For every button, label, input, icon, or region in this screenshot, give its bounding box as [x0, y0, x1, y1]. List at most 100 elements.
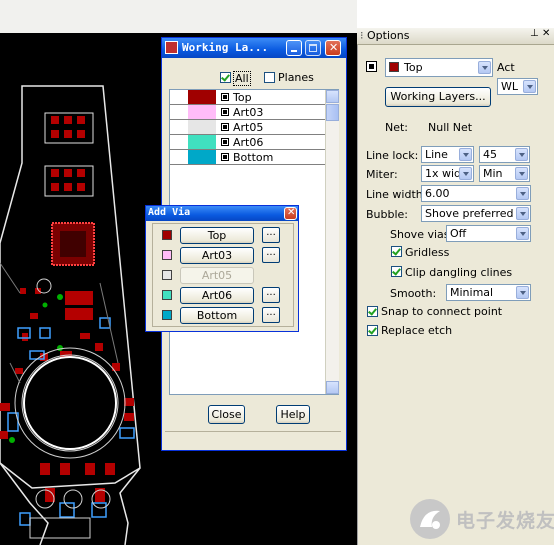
working-layers-button[interactable]: Working Layers...: [385, 87, 491, 107]
layer-row[interactable]: Top: [170, 90, 326, 105]
chevron-down-icon[interactable]: [516, 286, 529, 299]
chevron-down-icon[interactable]: [516, 227, 529, 240]
active-layer-select[interactable]: Top: [385, 58, 493, 77]
chevron-down-icon[interactable]: [516, 207, 529, 220]
active-layer-value: Top: [404, 61, 423, 74]
via-layer-button[interactable]: Art03: [180, 247, 254, 264]
watermark-text: 电子发烧友: [456, 510, 554, 532]
all-checkbox[interactable]: [220, 72, 231, 83]
scroll-thumb[interactable]: [326, 104, 339, 121]
chevron-down-icon[interactable]: [515, 148, 528, 161]
smooth-select[interactable]: Minimal: [446, 284, 531, 301]
replace-etch-label: Replace etch: [381, 324, 453, 337]
add-via-titlebar[interactable]: Add Via ✕: [146, 206, 298, 221]
chevron-down-icon[interactable]: [459, 167, 472, 180]
net-value: Null Net: [428, 121, 473, 134]
layer-row[interactable]: Bottom: [170, 150, 326, 165]
working-layers-titlebar[interactable]: Working La... ✕: [162, 38, 346, 58]
layer-color-swatch[interactable]: [188, 120, 216, 134]
layer-row[interactable]: Art03: [170, 105, 326, 120]
layer-row[interactable]: Art06: [170, 135, 326, 150]
layer-name: Art05: [233, 121, 264, 134]
bubble-value: Shove preferred: [425, 207, 514, 220]
pin-icon[interactable]: ⁝: [360, 29, 364, 42]
chevron-down-icon[interactable]: [523, 80, 536, 93]
net-label: Net:: [385, 121, 409, 134]
line-lock-mode-value: Line: [425, 148, 448, 161]
snap-label: Snap to connect point: [381, 305, 503, 318]
layer-name: Bottom: [233, 151, 274, 164]
line-width-select[interactable]: 6.00: [421, 185, 531, 202]
layer-color-swatch[interactable]: [188, 105, 216, 119]
line-lock-angle-select[interactable]: 45: [479, 146, 530, 163]
via-layer-button[interactable]: Art06: [180, 287, 254, 304]
chevron-down-icon[interactable]: [478, 61, 491, 74]
layer-visible-checkbox[interactable]: [221, 93, 229, 101]
layer-list-scrollbar[interactable]: [325, 90, 339, 394]
via-layer-button[interactable]: Bottom: [180, 307, 254, 324]
miter-label: Miter:: [366, 168, 398, 181]
line-lock-mode-select[interactable]: Line: [421, 146, 474, 163]
pin-button-icon[interactable]: ⊥: [530, 28, 539, 39]
close-button[interactable]: Close: [208, 405, 245, 424]
scroll-down-icon[interactable]: [326, 381, 339, 394]
minimize-icon[interactable]: [286, 40, 302, 56]
miter-mode-select[interactable]: Min: [479, 165, 530, 182]
line-width-value: 6.00: [425, 187, 450, 200]
via-more-button[interactable]: ...: [262, 287, 280, 303]
chevron-down-icon[interactable]: [459, 148, 472, 161]
close-icon[interactable]: ✕: [284, 207, 297, 220]
bubble-select[interactable]: Shove preferred: [421, 205, 531, 222]
close-icon[interactable]: ✕: [325, 40, 341, 56]
status-bar: [165, 431, 341, 448]
layer-visible-checkbox[interactable]: [221, 138, 229, 146]
miter-mode-value: Min: [483, 167, 503, 180]
layer-visible-checkbox[interactable]: [221, 108, 229, 116]
active-label: Act: [497, 61, 515, 74]
working-layers-title: Working La...: [182, 41, 269, 54]
via-more-button[interactable]: ...: [262, 307, 280, 323]
chevron-down-icon[interactable]: [516, 187, 529, 200]
via-layer-button[interactable]: Top: [180, 227, 254, 244]
layer-visible-checkbox[interactable]: [221, 153, 229, 161]
active-subclass-value: WL: [501, 80, 519, 93]
gridless-checkbox[interactable]: [391, 246, 402, 257]
maximize-icon[interactable]: [305, 40, 321, 56]
options-title: Options: [367, 29, 410, 42]
chevron-down-icon[interactable]: [515, 167, 528, 180]
active-subclass-select[interactable]: WL: [497, 78, 538, 95]
layer-color-icon: [366, 61, 377, 72]
via-more-button[interactable]: ...: [262, 227, 280, 243]
clip-dangling-label: Clip dangling clines: [405, 266, 513, 279]
layer-color-swatch[interactable]: [188, 135, 216, 149]
clip-dangling-checkbox[interactable]: [391, 266, 402, 277]
watermark: 电子发烧友: [410, 493, 554, 545]
layer-color-swatch[interactable]: [188, 150, 216, 164]
all-label: All: [233, 71, 251, 86]
via-color-swatch: [162, 230, 172, 240]
app-icon: [165, 41, 178, 54]
active-layer-swatch: [389, 62, 399, 72]
via-color-swatch: [162, 310, 172, 320]
toolbar-strip: [0, 0, 357, 34]
miter-width-select[interactable]: 1x width: [421, 165, 474, 182]
layer-name: Top: [233, 91, 252, 104]
layer-row[interactable]: Art05: [170, 120, 326, 135]
line-width-label: Line width:: [366, 188, 427, 201]
shove-vias-select[interactable]: Off: [446, 225, 531, 242]
via-color-swatch: [162, 270, 172, 280]
planes-checkbox[interactable]: [264, 72, 275, 83]
scroll-up-icon[interactable]: [326, 90, 339, 103]
layer-visible-checkbox[interactable]: [221, 123, 229, 131]
via-color-swatch: [162, 250, 172, 260]
close-icon[interactable]: ✕: [542, 28, 550, 39]
layer-color-swatch[interactable]: [188, 90, 216, 104]
options-header: ⁝ Options ⊥ ✕: [357, 28, 554, 45]
line-lock-angle-value: 45: [483, 148, 497, 161]
snap-checkbox[interactable]: [367, 306, 378, 317]
via-layer-button: Art05: [180, 267, 254, 284]
via-more-button[interactable]: ...: [262, 247, 280, 263]
via-color-swatch: [162, 290, 172, 300]
replace-etch-checkbox[interactable]: [367, 325, 378, 336]
help-button[interactable]: Help: [276, 405, 310, 424]
